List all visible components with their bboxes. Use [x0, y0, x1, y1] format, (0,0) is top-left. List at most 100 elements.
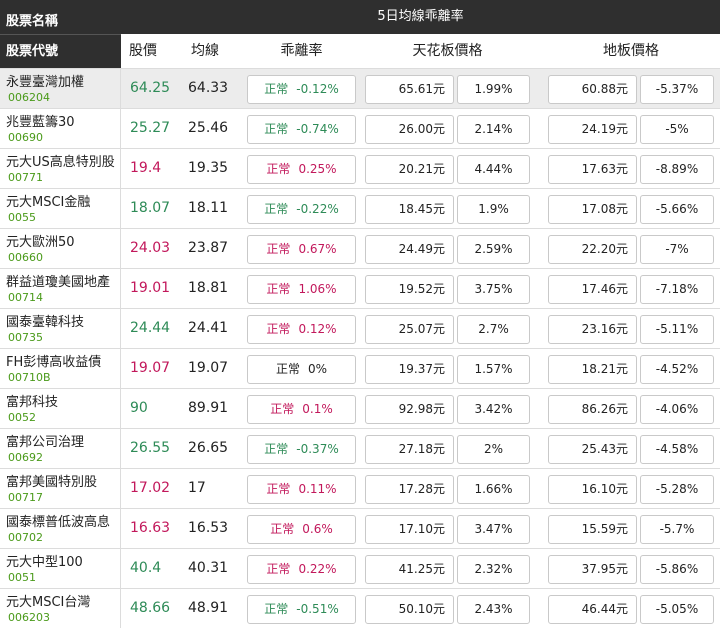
stock-code[interactable]: 0052 [8, 411, 36, 424]
ceiling-price: 27.18元 [365, 435, 454, 464]
stock-code[interactable]: 00692 [8, 451, 43, 464]
floor-percent: -5.7% [640, 515, 714, 544]
ceiling-percent: 1.57% [457, 355, 530, 384]
deviation-value: 0.12% [298, 322, 337, 336]
stock-name[interactable]: 國泰標普低波高息 [6, 511, 110, 530]
stock-name[interactable]: 元大中型100 [6, 551, 83, 570]
stock-code[interactable]: 00714 [8, 291, 43, 304]
ceiling-percent: 4.44% [457, 155, 530, 184]
column-divider [120, 229, 121, 269]
floor-price: 46.44元 [548, 595, 637, 624]
stock-code[interactable]: 00690 [8, 131, 43, 144]
stock-name[interactable]: 永豐臺灣加權 [6, 71, 84, 90]
stock-code[interactable]: 0055 [8, 211, 36, 224]
moving-average: 24.41 [188, 320, 229, 336]
table-row[interactable]: FH彭博高收益債 00710B 19.07 19.07 正常 0% 19.37元 1.57% 1… [0, 348, 720, 389]
stock-price: 26.55 [130, 440, 171, 456]
deviation-value: -0.51% [296, 602, 339, 616]
table-row[interactable]: 兆豐藍籌30 00690 25.27 25.46 正常 -0.74% 26.00元 2.14%… [0, 108, 720, 149]
deviation-box: 正常 -0.22% [247, 195, 356, 224]
stock-name[interactable]: FH彭博高收益債 [6, 351, 101, 370]
column-divider [120, 429, 121, 469]
floor-price: 24.19元 [548, 115, 637, 144]
stock-name[interactable]: 元大US高息特別股 [6, 151, 115, 170]
deviation-value: -0.37% [296, 442, 339, 456]
table-row[interactable]: 國泰臺韓科技 00735 24.44 24.41 正常 0.12% 25.07元 2.7% 23… [0, 308, 720, 349]
stock-code[interactable]: 00702 [8, 531, 43, 544]
floor-percent: -8.89% [640, 155, 714, 184]
ceiling-price: 26.00元 [365, 115, 454, 144]
moving-average: 25.46 [188, 120, 229, 136]
stock-code[interactable]: 006203 [8, 611, 50, 624]
stock-name[interactable]: 元大MSCI金融 [6, 191, 90, 210]
column-divider [120, 109, 121, 149]
deviation-box: 正常 0% [247, 355, 356, 384]
stock-code[interactable]: 00710B [8, 371, 51, 384]
deviation-box: 正常 -0.74% [247, 115, 356, 144]
stock-code-header: 股票代號 [6, 44, 59, 59]
stock-name[interactable]: 富邦科技 [6, 391, 58, 410]
floor-price: 15.59元 [548, 515, 637, 544]
table-row[interactable]: 富邦公司治理 00692 26.55 26.65 正常 -0.37% 27.18元 2% 25.… [0, 428, 720, 469]
table-row[interactable]: 元大MSCI台灣 006203 48.66 48.91 正常 -0.51% 50.10元 2.… [0, 588, 720, 628]
stock-name[interactable]: 兆豐藍籌30 [6, 111, 75, 130]
column-divider [120, 189, 121, 229]
stock-name[interactable]: 富邦美國特別股 [6, 471, 97, 490]
deviation-value: 0.22% [298, 562, 337, 576]
table-row[interactable]: 元大歐洲50 00660 24.03 23.87 正常 0.67% 24.49元 2.59% 2… [0, 228, 720, 269]
stock-code[interactable]: 0051 [8, 571, 36, 584]
moving-average: 18.81 [188, 280, 229, 296]
ceiling-price: 17.28元 [365, 475, 454, 504]
ceiling-price: 41.25元 [365, 555, 454, 584]
name-header: 股票名稱 股票代號 [0, 0, 121, 68]
deviation-value: 0.67% [298, 242, 337, 256]
deviation-value: 0.1% [302, 402, 333, 416]
column-divider [120, 549, 121, 589]
deviation-box: 正常 0.6% [247, 515, 356, 544]
header-divider [0, 34, 121, 35]
moving-average: 48.91 [188, 600, 229, 616]
stock-code[interactable]: 00771 [8, 171, 43, 184]
column-divider [120, 349, 121, 389]
table-row[interactable]: 群益道瓊美國地產 00714 19.01 18.81 正常 1.06% 19.52元 3.75… [0, 268, 720, 309]
stock-price: 19.4 [130, 160, 162, 176]
floor-percent: -5.86% [640, 555, 714, 584]
floor-price: 17.63元 [548, 155, 637, 184]
ceiling-percent: 3.42% [457, 395, 530, 424]
floor-percent: -4.52% [640, 355, 714, 384]
table-row[interactable]: 國泰標普低波高息 00702 16.63 16.53 正常 0.6% 17.10元 3.47%… [0, 508, 720, 549]
ceiling-price: 20.21元 [365, 155, 454, 184]
stock-name[interactable]: 國泰臺韓科技 [6, 311, 84, 330]
deviation-box: 正常 0.25% [247, 155, 356, 184]
floor-price: 86.26元 [548, 395, 637, 424]
table-row[interactable]: 元大中型100 0051 40.4 40.31 正常 0.22% 41.25元 2.32% 37… [0, 548, 720, 589]
ceiling-price: 19.52元 [365, 275, 454, 304]
stock-price: 18.07 [130, 200, 171, 216]
floor-percent: -5.28% [640, 475, 714, 504]
stock-code[interactable]: 00735 [8, 331, 43, 344]
deviation-value: 1.06% [298, 282, 337, 296]
deviation-value: 0.11% [298, 482, 337, 496]
stock-name[interactable]: 富邦公司治理 [6, 431, 84, 450]
stock-code[interactable]: 00660 [8, 251, 43, 264]
stock-name[interactable]: 元大歐洲50 [6, 231, 75, 250]
column-divider [120, 509, 121, 549]
deviation-value: -0.12% [296, 82, 339, 96]
stock-code[interactable]: 006204 [8, 91, 50, 104]
stock-name-header: 股票名稱 [6, 14, 59, 29]
moving-average: 64.33 [188, 80, 229, 96]
deviation-status: 正常 [264, 602, 289, 616]
floor-percent: -5.05% [640, 595, 714, 624]
stock-name[interactable]: 群益道瓊美國地產 [6, 271, 110, 290]
deviation-status: 正常 [264, 82, 289, 96]
table-row[interactable]: 富邦科技 0052 90 89.91 正常 0.1% 92.98元 3.42% 86.26元 -4… [0, 388, 720, 429]
floor-price: 22.20元 [548, 235, 637, 264]
table-row[interactable]: 永豐臺灣加權 006204 64.25 64.33 正常 -0.12% 65.61元 1.99… [0, 68, 720, 109]
table-row[interactable]: 元大US高息特別股 00771 19.4 19.35 正常 0.25% 20.21元 4.44… [0, 148, 720, 189]
table-row[interactable]: 元大MSCI金融 0055 18.07 18.11 正常 -0.22% 18.45元 1.9%… [0, 188, 720, 229]
deviation-box: 正常 0.67% [247, 235, 356, 264]
stock-code[interactable]: 00717 [8, 491, 43, 504]
table-row[interactable]: 富邦美國特別股 00717 17.02 17 正常 0.11% 17.28元 1.66% 16.… [0, 468, 720, 509]
deviation-status: 正常 [275, 362, 300, 376]
stock-name[interactable]: 元大MSCI台灣 [6, 591, 90, 610]
